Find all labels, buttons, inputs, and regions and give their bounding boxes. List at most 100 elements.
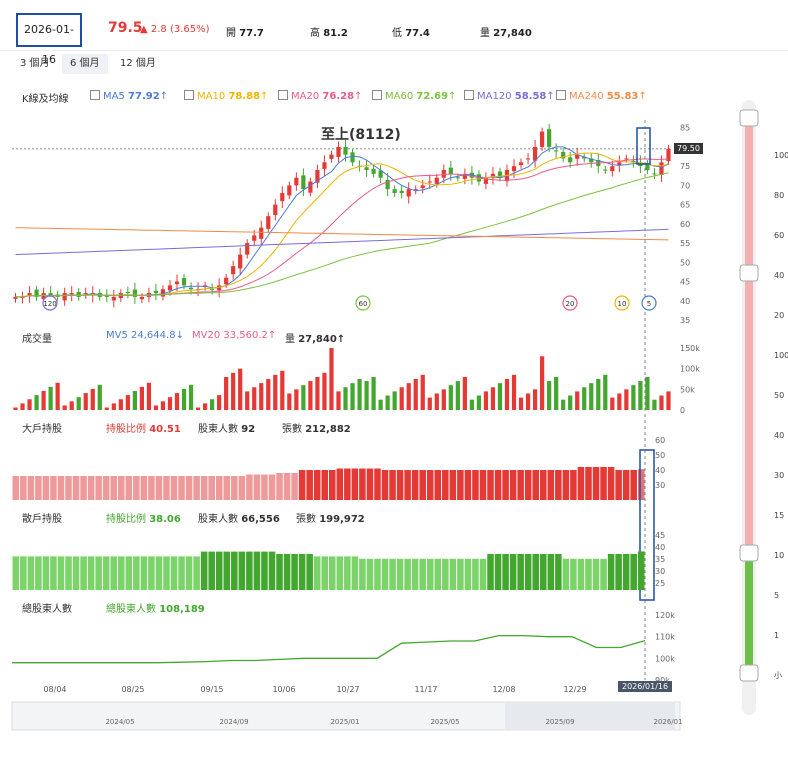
retail-bar (570, 558, 577, 590)
volume-bar (434, 393, 439, 410)
big-holder-bar (110, 476, 117, 500)
retail-bar (622, 554, 630, 590)
retail-bar (359, 558, 366, 590)
big-holder-bar (472, 470, 479, 500)
slider-tick: 60 (774, 231, 784, 240)
retail-y-tick: 35 (655, 555, 665, 564)
retail-bar (336, 556, 344, 590)
big-holder-bar (592, 467, 600, 500)
retail-bar (637, 551, 645, 590)
volume-bar (76, 397, 81, 410)
x-tick: 12/29 (563, 685, 586, 694)
big-holder-bar (283, 473, 291, 500)
x-tick: 12/08 (492, 685, 515, 694)
volume-bar (259, 383, 264, 410)
retail-bar (125, 556, 133, 590)
total-holders-path (12, 634, 646, 664)
retail-bar (80, 556, 87, 590)
big-holder-bar (396, 470, 404, 500)
ma60-line (15, 172, 669, 298)
retail-bar (246, 551, 253, 590)
big-holder-bar (419, 470, 426, 500)
retail-bar (351, 556, 359, 590)
candle-body (518, 162, 524, 165)
retail-bar (381, 558, 389, 590)
retail-bar (479, 558, 487, 590)
retail-bar (200, 551, 208, 590)
big-holder-bar (133, 476, 140, 500)
volume-bar (20, 403, 25, 410)
navigator-tick: 2025/01 (330, 718, 359, 726)
volume-bar (238, 368, 243, 410)
candle-body (287, 185, 292, 196)
volume-bar (448, 385, 453, 410)
volume-bar (231, 372, 236, 410)
retail-bar (110, 556, 117, 590)
volume-bar (364, 381, 369, 410)
total-y-tick: 100k (655, 654, 675, 663)
candle-body (76, 291, 81, 297)
volume-bar (420, 374, 425, 410)
retail-bar (419, 558, 426, 590)
volume-bar (554, 376, 559, 410)
retail-bar (95, 556, 102, 590)
kline-y-tick: 50 (680, 258, 690, 267)
zoom-slider: 100 80 60 40 20 100 50 40 30 15 10 5 1 小 (739, 100, 788, 715)
range-navigator: 2024/05 2024/09 2025/01 2025/05 2025/09 2026/… (11, 701, 683, 731)
x-tick: 08/25 (121, 685, 144, 694)
marker-label: 10 (618, 300, 627, 308)
volume-bar (582, 387, 587, 410)
retail-bar (133, 556, 140, 590)
big-holder-bar (434, 470, 442, 500)
volume-bar (83, 393, 88, 410)
retail-y-tick: 40 (655, 543, 665, 552)
big-holder-bar (494, 470, 502, 500)
volume-bar (497, 383, 503, 410)
slider-tick: 100 (774, 151, 788, 160)
big-holder-bar (577, 467, 585, 500)
volume-bar (603, 374, 608, 410)
retail-y-tick: 30 (655, 567, 665, 576)
candle-body (238, 254, 243, 269)
volume-bar (540, 356, 545, 410)
volume-bar (596, 379, 601, 410)
candle-body (420, 185, 425, 189)
retail-bar (555, 554, 562, 590)
volume-bar (167, 397, 173, 410)
volume-bar (280, 370, 285, 410)
big-holder-bar (50, 476, 57, 500)
kline-y-tick: 70 (680, 181, 690, 190)
big-holder-bar (200, 476, 208, 500)
big-holder-bar (155, 476, 163, 500)
candle-body (399, 190, 404, 194)
volume-bar (202, 403, 208, 410)
stock-chart[interactable]: 8580757065605550454035 1206020105 150k10… (0, 0, 788, 757)
big-holder-bar (359, 468, 366, 500)
x-tick: 11/17 (414, 685, 437, 694)
volume-bar (132, 390, 137, 410)
volume-bar (371, 376, 376, 410)
big-holder-bar (570, 470, 577, 500)
candle-body (427, 181, 432, 183)
volume-bar (139, 386, 144, 410)
big-holder-bar (411, 470, 419, 500)
candle-body (259, 227, 264, 239)
retail-bar (57, 556, 65, 590)
volume-bar (610, 397, 615, 410)
big-holder-bar (622, 470, 630, 500)
retail-bar (532, 554, 539, 590)
candle-body (125, 291, 130, 294)
volume-bar (153, 405, 159, 410)
retail-bar (118, 556, 125, 590)
candle-body (231, 266, 236, 275)
volume-bar (490, 387, 496, 410)
volume-bar (146, 382, 152, 410)
big-holder-bar (80, 476, 87, 500)
candle-body (308, 181, 313, 193)
retail-bar (404, 558, 411, 590)
retail-bar (321, 556, 328, 590)
volume-bar (27, 399, 32, 410)
volume-bar (329, 348, 334, 410)
volume-bar (273, 374, 278, 410)
volume-bar (41, 390, 46, 410)
